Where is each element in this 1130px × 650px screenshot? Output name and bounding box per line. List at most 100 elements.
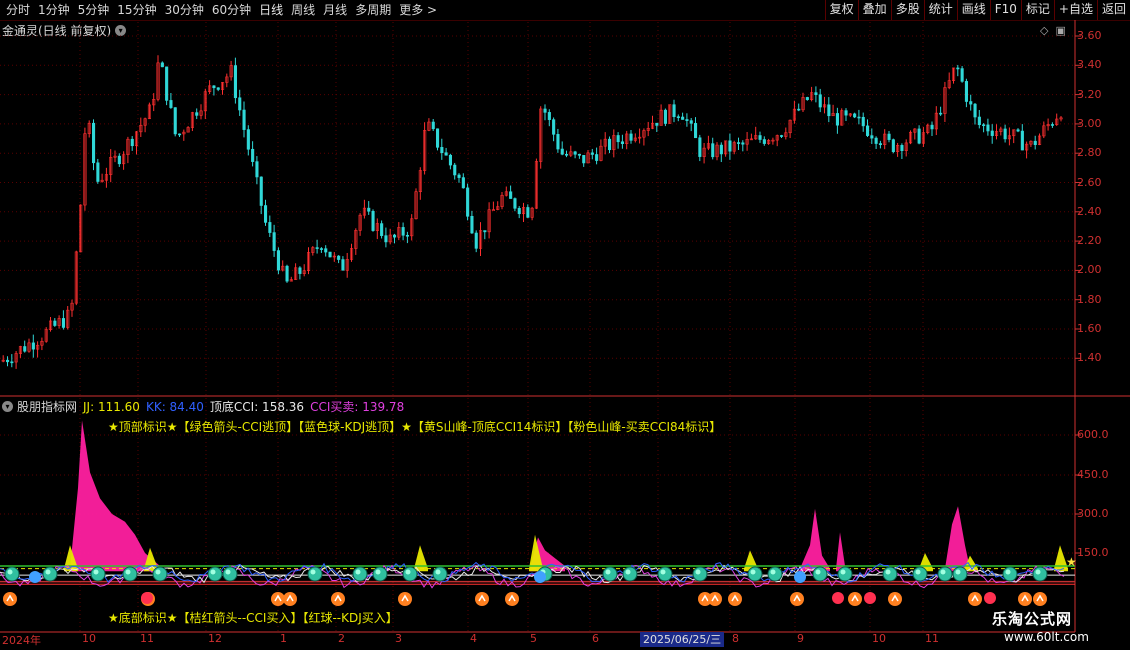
- chart-canvas: ★: [0, 20, 1130, 633]
- candle-body: [423, 130, 427, 171]
- candle-body: [509, 191, 513, 199]
- tab-period-2[interactable]: 5分钟: [74, 0, 114, 20]
- candle-body: [749, 138, 754, 141]
- candle-body: [461, 177, 465, 189]
- candle-body: [930, 124, 934, 130]
- tab-period-1[interactable]: 1分钟: [34, 0, 74, 20]
- toolbar-button-3[interactable]: 统计: [923, 0, 957, 20]
- pink-mountain: [945, 506, 970, 572]
- ball-highlight: [940, 569, 946, 575]
- tab-period-3[interactable]: 15分钟: [113, 0, 160, 20]
- candle-body: [500, 194, 504, 207]
- candle-body: [672, 104, 676, 117]
- arrow-glyph: [144, 594, 152, 602]
- indicator-title: ▾ 股朋指标网 JJ: 111.60 KK: 84.40 顶底CCI: 158.36…: [2, 398, 404, 415]
- orange-arrow-icon: [708, 592, 722, 606]
- candle-body: [504, 191, 508, 196]
- tab-period-8[interactable]: 月线: [319, 0, 351, 20]
- candle-body: [960, 68, 964, 82]
- orange-arrow-icon: [475, 592, 489, 606]
- candle-body: [57, 318, 61, 326]
- time-tick: 9: [797, 632, 804, 645]
- candle-body: [470, 215, 474, 234]
- ball-highlight: [93, 569, 99, 575]
- candle-body: [629, 133, 633, 141]
- indicator-series: ★: [0, 420, 1077, 606]
- watermark-url: www.60lt.com: [1004, 630, 1089, 644]
- candle-body: [36, 344, 40, 350]
- time-tick: 10: [82, 632, 96, 645]
- candle-body: [590, 152, 594, 155]
- tab-period-10[interactable]: 更多 >: [395, 0, 441, 20]
- ball-highlight: [1005, 569, 1011, 575]
- toolbar-button-1[interactable]: 叠加: [857, 0, 891, 20]
- indicator-tick: 450.0: [1077, 468, 1109, 481]
- orange-arrow-icon: [1033, 592, 1047, 606]
- toolbar-button-5[interactable]: F10: [989, 0, 1021, 20]
- candle-body: [904, 142, 908, 151]
- window-icon[interactable]: ▣: [1055, 24, 1065, 37]
- candle-body: [203, 91, 207, 112]
- candle-body: [324, 248, 328, 253]
- arrow-glyph: [334, 594, 342, 602]
- candle-body: [943, 87, 947, 114]
- candle-body: [1016, 129, 1020, 132]
- ball-highlight: [625, 569, 631, 575]
- candle-body: [169, 100, 173, 108]
- candle-body: [221, 82, 225, 90]
- ball-highlight: [310, 569, 316, 575]
- candle-body: [767, 140, 771, 144]
- candle-body: [225, 76, 229, 83]
- chevron-down-icon[interactable]: ▾: [115, 25, 127, 36]
- indicator-name: 股朋指标网: [17, 400, 78, 414]
- orange-arrow-icon: [888, 592, 902, 606]
- candle-body: [577, 153, 582, 156]
- candle-body: [814, 92, 818, 95]
- green-ball-icon: [42, 566, 58, 582]
- ball-highlight: [605, 569, 611, 575]
- candle-body: [474, 232, 478, 249]
- tab-period-4[interactable]: 30分钟: [161, 0, 208, 20]
- candle-body: [27, 342, 31, 352]
- orange-arrow-icon: [505, 592, 519, 606]
- ball-highlight: [915, 569, 921, 575]
- green-ball-icon: [207, 566, 223, 582]
- indicator-tick: 150.0: [1077, 546, 1109, 559]
- chevron-down-icon[interactable]: ▾: [2, 401, 13, 412]
- tab-period-5[interactable]: 60分钟: [208, 0, 255, 20]
- main-chart-title[interactable]: 金通灵(日线 前复权) ▾: [2, 22, 127, 39]
- candle-body: [165, 66, 169, 101]
- candle-body: [556, 134, 560, 150]
- candle-body: [466, 187, 470, 217]
- orange-arrow-icon: [698, 592, 712, 606]
- candle-body: [964, 81, 969, 102]
- toolbar-button-4[interactable]: 画线: [956, 0, 990, 20]
- tab-period-6[interactable]: 日线: [255, 0, 287, 20]
- tab-period-7[interactable]: 周线: [287, 0, 319, 20]
- candle-body: [427, 121, 431, 131]
- ball-highlight: [540, 569, 546, 575]
- candle-body: [994, 131, 999, 136]
- arrow-glyph: [891, 594, 899, 602]
- candle-body: [706, 143, 711, 149]
- toolbar-button-6[interactable]: 标记: [1020, 0, 1054, 20]
- diamond-icon[interactable]: ◇: [1040, 24, 1048, 37]
- tab-period-9[interactable]: 多周期: [351, 0, 395, 20]
- candle-body: [371, 210, 375, 231]
- orange-arrow-icon: [1018, 592, 1032, 606]
- candle-body: [242, 109, 246, 130]
- time-tick: 2: [338, 632, 345, 645]
- candle-body: [61, 318, 66, 328]
- candle-body: [358, 214, 362, 231]
- candle-body: [276, 250, 281, 271]
- candle-body: [1, 359, 5, 362]
- candle-body: [745, 139, 749, 145]
- candle-body: [982, 124, 986, 127]
- tab-period-0[interactable]: 分时: [2, 0, 34, 20]
- toolbar-button-0[interactable]: 复权: [824, 0, 858, 20]
- arrow-glyph: [711, 594, 719, 602]
- period-tabs: 分时 1分钟 5分钟 15分钟 30分钟 60分钟 日线 周线 月线 多周期 更多 >: [2, 0, 441, 20]
- toolbar-button-2[interactable]: 多股: [890, 0, 924, 20]
- candle-body: [831, 113, 835, 117]
- candle-body: [48, 320, 53, 330]
